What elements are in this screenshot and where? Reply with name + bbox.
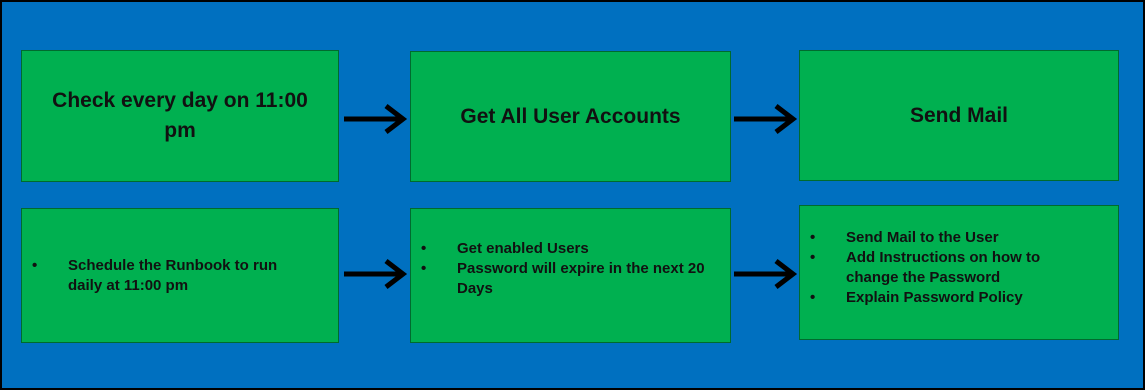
step-2-details-box: Get enabled Users Password will expire i… <box>410 208 731 343</box>
step-1-title: Check every day on 11:00 pm <box>52 89 308 142</box>
step-3-details-list: Send Mail to the User Add Instructions o… <box>800 228 1086 308</box>
step-3-detail-text-2: Add Instructions on how to change the Pa… <box>846 249 1041 286</box>
step-3-detail-text-3: Explain Password Policy <box>846 289 1023 306</box>
step-2-detail-text-1: Get enabled Users <box>457 240 589 257</box>
step-3-detail-item: Add Instructions on how to change the Pa… <box>810 248 1086 288</box>
step-2-detail-text-2: Password will expire in the next 20 Days <box>457 260 705 297</box>
step-3-details-box: Send Mail to the User Add Instructions o… <box>799 205 1119 340</box>
step-2-details-list: Get enabled Users Password will expire i… <box>411 239 717 299</box>
right-arrow-icon <box>734 259 798 289</box>
right-arrow-icon <box>344 259 408 289</box>
step-3-detail-item: Send Mail to the User <box>810 228 1086 248</box>
step-1-title-box: Check every day on 11:00 pm <box>21 50 339 182</box>
right-arrow-icon <box>344 104 408 134</box>
step-2-detail-item: Get enabled Users <box>421 239 717 259</box>
step-3-detail-text-1: Send Mail to the User <box>846 229 999 246</box>
flow-diagram: Check every day on 11:00 pm Get All User… <box>0 0 1145 390</box>
step-2-detail-item: Password will expire in the next 20 Days <box>421 259 717 299</box>
right-arrow-icon <box>734 104 798 134</box>
step-2-title: Get All User Accounts <box>460 104 681 128</box>
step-2-title-box: Get All User Accounts <box>410 51 731 182</box>
step-1-details-list: Schedule the Runbook to run daily at 11:… <box>22 256 288 296</box>
step-3-title: Send Mail <box>909 103 1009 127</box>
step-1-detail-text: Schedule the Runbook to run daily at 11:… <box>68 256 278 294</box>
step-1-details-box: Schedule the Runbook to run daily at 11:… <box>21 208 339 343</box>
step-3-detail-item: Explain Password Policy <box>810 288 1086 308</box>
step-3-title-box: Send Mail <box>799 50 1119 181</box>
step-1-detail-item: Schedule the Runbook to run daily at 11:… <box>32 256 288 296</box>
